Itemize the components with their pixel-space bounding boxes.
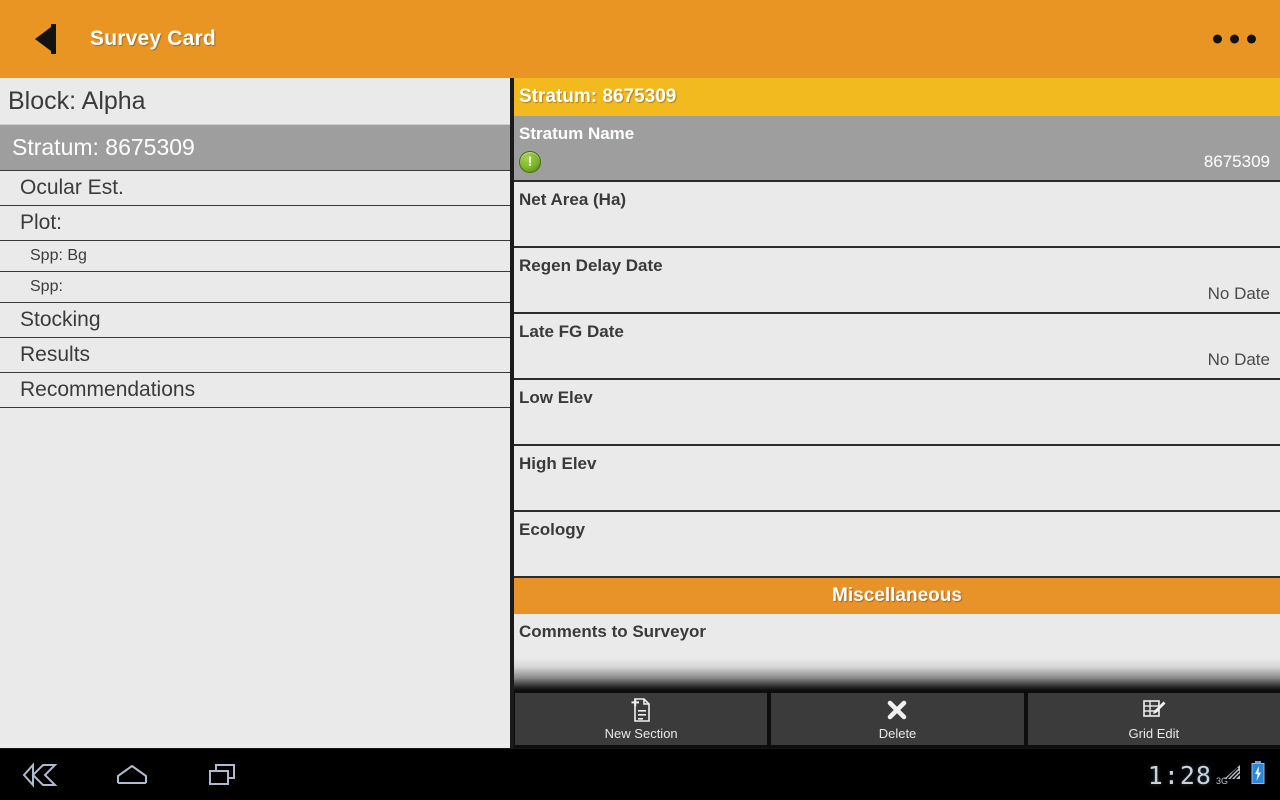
- form-field-label: Net Area (Ha): [519, 190, 627, 209]
- tree-item[interactable]: Stratum: 8675309: [0, 125, 510, 171]
- signal-strength-icon: 3G: [1216, 764, 1243, 786]
- tree-item-label: Spp:: [30, 278, 63, 295]
- system-nav-buttons: [14, 749, 250, 800]
- form-field-value: No Date: [1207, 284, 1270, 303]
- tree-item-label: Stratum: 8675309: [12, 134, 195, 160]
- form-field-value: 8675309: [1203, 152, 1270, 171]
- form-field[interactable]: Comments to Surveyor: [514, 614, 1280, 658]
- survey-tree-list: Block: Alpha Stratum: 8675309 Ocular Est. P…: [0, 78, 510, 408]
- new-section-button[interactable]: New Section: [515, 693, 768, 745]
- tree-item-label: Recommendations: [20, 378, 196, 401]
- form-field[interactable]: Net Area (Ha): [514, 182, 1280, 248]
- grid-edit-label: Grid Edit: [1128, 726, 1180, 741]
- tree-item[interactable]: Recommendations: [0, 373, 510, 408]
- tree-item[interactable]: Spp: Bg: [0, 241, 510, 272]
- system-status-area[interactable]: 1:28 3G: [1148, 749, 1266, 800]
- delete-button[interactable]: Delete: [771, 693, 1024, 745]
- tree-item-label: Spp: Bg: [30, 247, 87, 264]
- form-field[interactable]: Ecology: [514, 512, 1280, 578]
- system-back-icon[interactable]: [14, 753, 70, 797]
- form-field[interactable]: Stratum Name! 8675309: [514, 116, 1280, 182]
- form-field-value-row: [519, 414, 1272, 438]
- grid-edit-button[interactable]: Grid Edit: [1027, 693, 1280, 745]
- status-clock: 1:28: [1147, 760, 1212, 790]
- form-field-value-row: [519, 648, 1272, 658]
- form-field-value-row: No Date: [519, 348, 1272, 372]
- app-top-bar: Survey Card: [0, 0, 1280, 78]
- close-x-icon: [885, 697, 909, 723]
- form-field[interactable]: Regen Delay Date No Date: [514, 248, 1280, 314]
- back-chevron-icon[interactable]: [22, 17, 66, 61]
- app-root: Survey Card Block: Alpha Stratum: 8675309…: [0, 0, 1280, 800]
- delete-label: Delete: [878, 726, 917, 741]
- stratum-form-panel: Stratum: 8675309 Stratum Name! 8675309 Net…: [514, 78, 1280, 748]
- battery-charging-icon: [1250, 760, 1266, 791]
- new-document-icon: [629, 697, 653, 723]
- form-field-value-row: [519, 480, 1272, 504]
- misc-section-header[interactable]: Miscellaneous: [514, 578, 1280, 614]
- tree-item[interactable]: Spp:: [0, 272, 510, 303]
- system-recents-icon[interactable]: [194, 753, 250, 797]
- form-field-value: No Date: [1207, 350, 1270, 369]
- form-field-label: Late FG Date: [519, 322, 624, 341]
- scroll-fade-overlay: [514, 658, 1280, 690]
- new-section-label: New Section: [604, 726, 678, 741]
- survey-tree-panel: Block: Alpha Stratum: 8675309 Ocular Est. P…: [0, 78, 510, 748]
- tree-item-label: Block: Alpha: [8, 86, 146, 115]
- form-field-label: Comments to Surveyor: [519, 622, 707, 641]
- tree-item[interactable]: Block: Alpha: [0, 78, 510, 125]
- action-button-bar: New Section Delete Grid Edit: [514, 690, 1280, 748]
- form-field-label: High Elev: [519, 454, 597, 473]
- overflow-menu-icon[interactable]: [1213, 34, 1256, 44]
- tree-item-label: Plot:: [20, 211, 63, 234]
- warning-badge-icon: !: [519, 151, 541, 173]
- main-content: Block: Alpha Stratum: 8675309 Ocular Est. P…: [0, 78, 1280, 748]
- misc-field-list: Comments to Surveyor: [514, 614, 1280, 658]
- form-field-value-row: [519, 216, 1272, 240]
- form-field-label: Regen Delay Date: [519, 256, 663, 275]
- tree-item[interactable]: Stocking: [0, 303, 510, 338]
- form-field-value-row: No Date: [519, 282, 1272, 306]
- tree-item[interactable]: Results: [0, 338, 510, 373]
- form-field-list: Stratum Name! 8675309 Net Area (Ha) Regen D…: [514, 116, 1280, 578]
- form-field[interactable]: Low Elev: [514, 380, 1280, 446]
- form-field-value-row: [519, 546, 1272, 570]
- tree-item-label: Stocking: [20, 308, 101, 331]
- tree-empty-space: [0, 408, 510, 748]
- form-field[interactable]: Late FG Date No Date: [514, 314, 1280, 380]
- tree-item[interactable]: Ocular Est.: [0, 171, 510, 206]
- form-field-label: Stratum Name: [519, 124, 635, 143]
- grid-edit-icon: [1141, 697, 1167, 723]
- form-field-label: Low Elev: [519, 388, 593, 407]
- form-field-value-row: ! 8675309: [519, 150, 1272, 174]
- form-field-label: Ecology: [519, 520, 586, 539]
- system-home-icon[interactable]: [104, 753, 160, 797]
- page-title: Survey Card: [90, 27, 216, 50]
- network-type-label: 3G: [1216, 776, 1229, 786]
- form-section-header[interactable]: Stratum: 8675309: [514, 78, 1280, 116]
- tree-item-label: Ocular Est.: [20, 176, 124, 199]
- system-navigation-bar: 1:28 3G: [0, 748, 1280, 800]
- form-field[interactable]: High Elev: [514, 446, 1280, 512]
- tree-item[interactable]: Plot:: [0, 206, 510, 241]
- form-scroll-area[interactable]: Stratum: 8675309 Stratum Name! 8675309 Net…: [514, 78, 1280, 658]
- tree-item-label: Results: [20, 343, 91, 366]
